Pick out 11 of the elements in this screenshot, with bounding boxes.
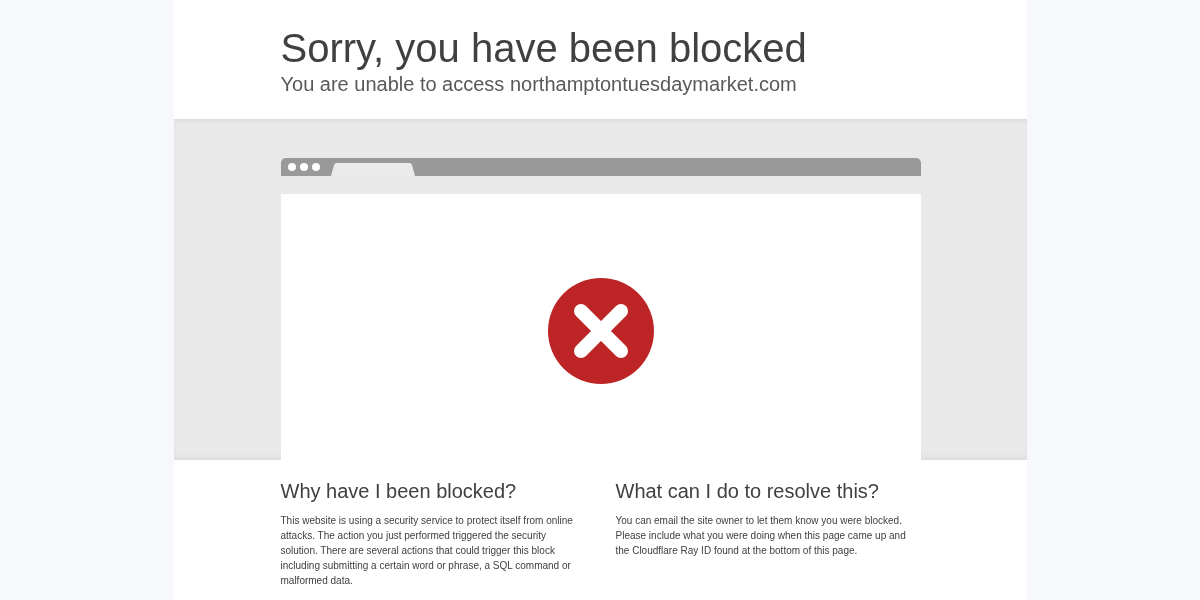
window-dot-icon bbox=[287, 163, 296, 171]
error-icon bbox=[547, 278, 654, 384]
section-paragraph: This website is using a security service to protect itself from online attacks. The action you just performed triggered the security solution. There are several actions that could trigger this block including submitting a certain word or phrase, a SQL command or malformed data. bbox=[280, 514, 574, 588]
tab-shape-icon bbox=[330, 163, 415, 176]
window-dot-icon bbox=[299, 163, 308, 171]
page-subtitle: You are unable to access northamptontuesdaymarket.com bbox=[280, 72, 798, 96]
window-dot-icon bbox=[311, 163, 320, 171]
section-heading: What can I do to resolve this? bbox=[615, 479, 880, 503]
section-paragraph: You can email the site owner to let them know you were blocked. Please include what you were doing when this page came up and the Cloudflare Ray ID found at the bottom of this page. bbox=[615, 514, 907, 558]
section-heading: Why have I been blocked? bbox=[280, 479, 518, 503]
page-title: Sorry, you have been blocked bbox=[280, 25, 808, 72]
